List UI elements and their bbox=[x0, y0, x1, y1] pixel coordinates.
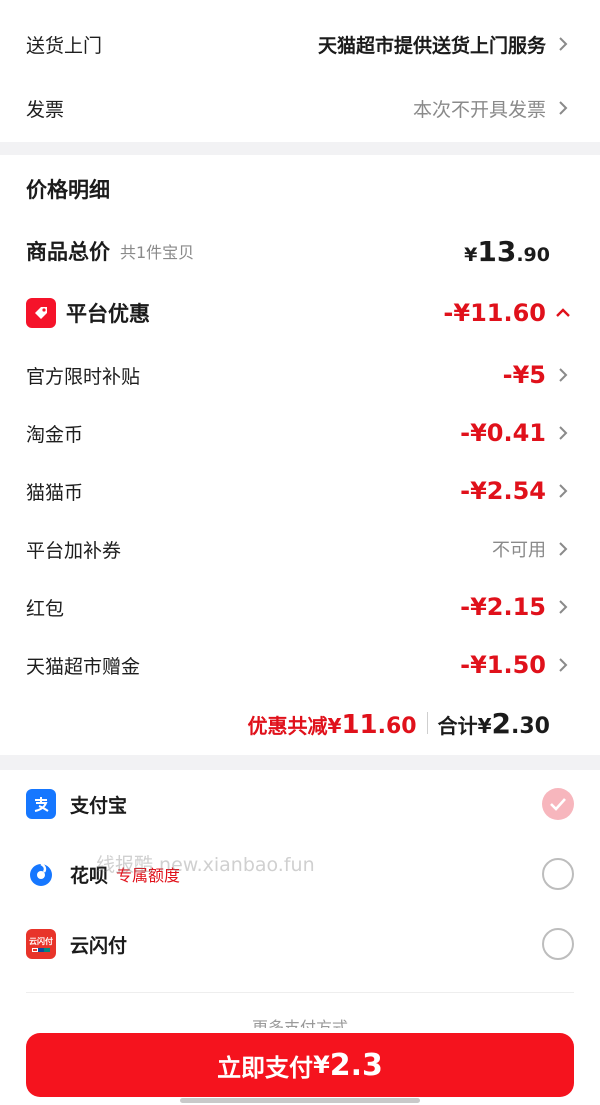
total-label: 合计 bbox=[437, 713, 478, 738]
pay-button-label: 立即支付 bbox=[217, 1053, 314, 1082]
discount-item-value: -¥5 bbox=[502, 361, 546, 389]
subtotal-decimal: .90 bbox=[516, 243, 550, 266]
chevron-right-icon bbox=[552, 480, 574, 502]
discount-item-label: 红包 bbox=[26, 597, 65, 620]
chevron-right-icon bbox=[552, 596, 574, 618]
payment-method-unionpay[interactable]: 云闪付 云闪付 bbox=[26, 924, 574, 964]
chevron-up-icon[interactable] bbox=[552, 302, 574, 324]
alipay-icon bbox=[26, 789, 56, 819]
discount-item-value: -¥2.54 bbox=[460, 477, 546, 505]
discount-item-label: 猫猫币 bbox=[26, 481, 84, 504]
discount-total-label: 优惠共减 bbox=[247, 713, 328, 738]
radio-unchecked-icon[interactable] bbox=[542, 858, 574, 890]
home-indicator bbox=[180, 1098, 420, 1103]
discount-item-value: -¥0.41 bbox=[460, 419, 546, 447]
unionpay-icon: 云闪付 bbox=[26, 929, 56, 959]
payment-method-alipay[interactable]: 支付宝 bbox=[26, 784, 574, 824]
discount-item-row[interactable]: 猫猫币 -¥2.54 bbox=[26, 471, 574, 511]
payment-method-name: 支付宝 bbox=[70, 794, 128, 817]
radio-unchecked-icon[interactable] bbox=[542, 928, 574, 960]
price-detail-title: 价格明细 bbox=[26, 178, 110, 202]
currency-symbol: ¥ bbox=[477, 713, 492, 738]
chevron-right-icon bbox=[552, 422, 574, 444]
chevron-right-icon bbox=[552, 654, 574, 676]
discount-total-integer: 11 bbox=[341, 709, 378, 740]
invoice-label: 发票 bbox=[26, 98, 65, 121]
currency-symbol: ¥ bbox=[313, 1051, 330, 1079]
total-integer: 2 bbox=[491, 706, 512, 740]
delivery-invoice-card: 送货上门 天猫超市提供送货上门服务 发票 本次不开具发票 bbox=[0, 0, 600, 142]
discount-item-row[interactable]: 天猫超市赠金 -¥1.50 bbox=[26, 645, 574, 685]
divider bbox=[426, 712, 428, 734]
discount-item-value: -¥1.50 bbox=[460, 651, 546, 679]
discount-item-row[interactable]: 淘金币 -¥0.41 bbox=[26, 413, 574, 453]
more-payment-methods[interactable]: 更多支付方式 bbox=[0, 1014, 600, 1028]
pay-now-button[interactable]: 立即支付 ¥ 2.3 bbox=[26, 1033, 574, 1097]
subtotal-integer: 13 bbox=[477, 234, 517, 268]
discount-total-decimal: .60 bbox=[377, 713, 417, 739]
payment-method-name: 云闪付 bbox=[70, 934, 128, 957]
chevron-right-icon bbox=[552, 538, 574, 560]
invoice-row[interactable]: 发票 本次不开具发票 bbox=[26, 88, 574, 128]
coupon-tag-icon bbox=[26, 298, 56, 328]
platform-discount-value: -¥11.60 bbox=[443, 299, 546, 327]
discount-item-label: 淘金币 bbox=[26, 423, 84, 446]
summary-row: 优惠共减 ¥ 11 .60 合计 ¥ 2 .30 bbox=[26, 703, 574, 743]
delivery-row[interactable]: 送货上门 天猫超市提供送货上门服务 bbox=[26, 24, 574, 64]
invoice-value: 本次不开具发票 bbox=[412, 98, 546, 121]
price-detail-card: 价格明细 商品总价 共1件宝贝 ¥ 13 .90 平台优惠 -¥11.60 官方… bbox=[0, 155, 600, 755]
discount-item-label: 平台加补券 bbox=[26, 539, 122, 562]
subtotal-row: 商品总价 共1件宝贝 ¥ 13 .90 bbox=[26, 231, 574, 271]
subtotal-note: 共1件宝贝 bbox=[120, 243, 195, 262]
chevron-right-icon bbox=[552, 33, 574, 55]
chevron-right-icon bbox=[552, 364, 574, 386]
watermark: 线报酷 new.xianbao.fun bbox=[96, 854, 315, 876]
discount-item-row[interactable]: 红包 -¥2.15 bbox=[26, 587, 574, 627]
chevron-right-icon bbox=[552, 97, 574, 119]
pay-button-amount: 2.3 bbox=[329, 1047, 383, 1083]
delivery-value: 天猫超市提供送货上门服务 bbox=[317, 34, 546, 57]
total-decimal: .30 bbox=[511, 713, 550, 739]
discount-item-value: -¥2.15 bbox=[460, 593, 546, 621]
more-payment-label: 更多支付方式 bbox=[251, 1018, 348, 1028]
huabei-icon bbox=[26, 859, 56, 889]
discount-item-label: 天猫超市赠金 bbox=[26, 655, 141, 678]
radio-checked-icon[interactable] bbox=[542, 788, 574, 820]
subtotal-label: 商品总价 bbox=[26, 240, 110, 264]
currency-symbol: ¥ bbox=[464, 243, 478, 266]
discount-item-value: 不可用 bbox=[492, 540, 546, 561]
platform-discount-row[interactable]: 平台优惠 -¥11.60 bbox=[26, 293, 574, 333]
platform-discount-label: 平台优惠 bbox=[66, 302, 150, 326]
discount-item-label: 官方限时补贴 bbox=[26, 365, 141, 388]
divider bbox=[26, 992, 574, 993]
discount-item-row[interactable]: 官方限时补贴 -¥5 bbox=[26, 355, 574, 395]
delivery-label: 送货上门 bbox=[26, 34, 103, 57]
discount-item-row[interactable]: 平台加补券 不可用 bbox=[26, 529, 574, 569]
currency-symbol: ¥ bbox=[327, 713, 342, 738]
